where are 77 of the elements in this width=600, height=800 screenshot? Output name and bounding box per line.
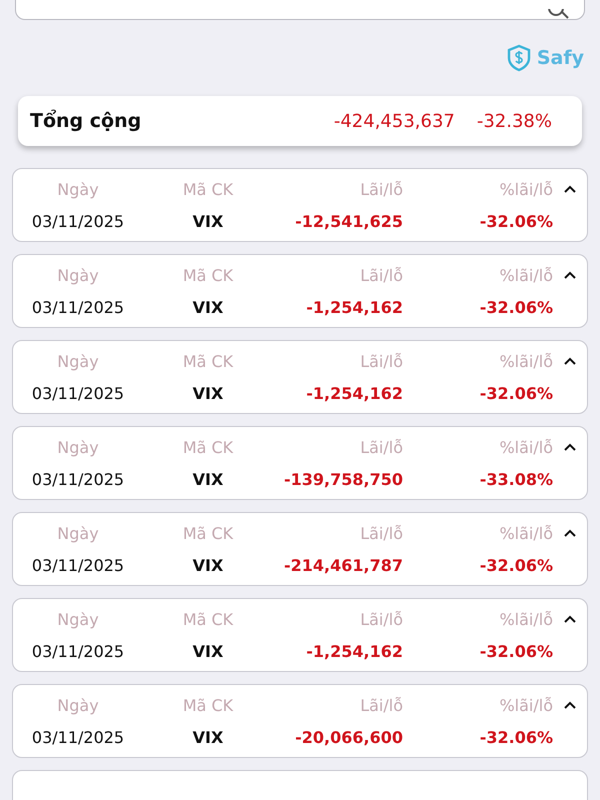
column-header: Mã CK <box>182 352 234 370</box>
column-header: Lãi/lỗ <box>360 266 403 284</box>
amount-cell: -20,066,600 <box>295 728 403 746</box>
symbol-cell: VIX <box>192 384 224 402</box>
percent-cell: -33.08% <box>480 470 553 488</box>
chevron-up-icon[interactable] <box>563 270 577 280</box>
symbol-cell: VIX <box>192 470 224 488</box>
column-header: Ngày <box>57 524 99 542</box>
column-header: Ngày <box>57 266 99 284</box>
brand-name: Safy <box>536 47 584 69</box>
date-cell: 03/11/2025 <box>32 298 124 316</box>
column-header: Lãi/lỗ <box>360 180 403 198</box>
symbol-cell: VIX <box>192 556 224 574</box>
date-cell: 03/11/2025 <box>32 212 124 230</box>
trade-card[interactable]: Ngày Mã CK Lãi/lỗ %lãi/lỗ 03/11/2025 VIX -214,461,787 -32.06% <box>12 512 588 586</box>
column-header: Ngày <box>57 438 99 456</box>
column-header: Mã CK <box>182 266 234 284</box>
total-amount: -424,453,637 <box>334 110 455 132</box>
column-header: Ngày <box>57 180 99 198</box>
total-label: Tổng cộng <box>30 110 142 132</box>
column-header: Mã CK <box>182 610 234 628</box>
chevron-up-icon[interactable] <box>563 614 577 624</box>
column-header: Ngày <box>57 610 99 628</box>
trade-card[interactable]: Ngày Mã CK Lãi/lỗ %lãi/lỗ 03/11/2025 VIX -20,066,600 -32.06% <box>12 684 588 758</box>
trade-card[interactable]: Ngày Mã CK Lãi/lỗ %lãi/lỗ 03/11/2025 VIX -139,758,750 -33.08% <box>12 426 588 500</box>
amount-cell: -12,541,625 <box>295 212 403 230</box>
shield-dollar-icon <box>506 44 531 72</box>
column-header: %lãi/lỗ <box>499 180 553 198</box>
column-header: Lãi/lỗ <box>360 524 403 542</box>
amount-cell: -139,758,750 <box>284 470 403 488</box>
amount-cell: -214,461,787 <box>284 556 403 574</box>
column-header: %lãi/lỗ <box>499 438 553 456</box>
column-header: Ngày <box>57 352 99 370</box>
symbol-cell: VIX <box>192 642 224 660</box>
column-header: Mã CK <box>182 524 234 542</box>
date-cell: 03/11/2025 <box>32 556 124 574</box>
amount-cell: -1,254,162 <box>306 642 403 660</box>
column-header: %lãi/lỗ <box>499 524 553 542</box>
column-header: %lãi/lỗ <box>499 352 553 370</box>
column-header: %lãi/lỗ <box>499 610 553 628</box>
amount-cell: -1,254,162 <box>306 298 403 316</box>
trade-card[interactable]: Ngày Mã CK Lãi/lỗ %lãi/lỗ 03/11/2025 VIX -12,541,625 -32.06% <box>12 168 588 242</box>
date-cell: 03/11/2025 <box>32 642 124 660</box>
chevron-up-icon[interactable] <box>563 356 577 366</box>
percent-cell: -32.06% <box>480 384 553 402</box>
column-header: %lãi/lỗ <box>499 696 553 714</box>
symbol-cell: VIX <box>192 298 224 316</box>
column-header: Lãi/lỗ <box>360 352 403 370</box>
total-percent: -32.38% <box>476 110 552 132</box>
trade-card[interactable]: Ngày Mã CK Lãi/lỗ %lãi/lỗ 03/11/2025 VIX -1,254,162 -32.06% <box>12 598 588 672</box>
percent-cell: -32.06% <box>480 556 553 574</box>
column-header: Ngày <box>57 696 99 714</box>
column-header: Lãi/lỗ <box>360 696 403 714</box>
column-header: Mã CK <box>182 180 234 198</box>
amount-cell: -1,254,162 <box>306 384 403 402</box>
date-cell: 03/11/2025 <box>32 470 124 488</box>
chevron-up-icon[interactable] <box>563 528 577 538</box>
chevron-up-icon[interactable] <box>563 700 577 710</box>
column-header: %lãi/lỗ <box>499 266 553 284</box>
date-cell: 03/11/2025 <box>32 384 124 402</box>
trade-card[interactable]: Ngày Mã CK Lãi/lỗ %lãi/lỗ 03/11/2025 VIX -1,254,162 -32.06% <box>12 254 588 328</box>
chevron-up-icon[interactable] <box>563 442 577 452</box>
date-cell: 03/11/2025 <box>32 728 124 746</box>
percent-cell: -32.06% <box>480 298 553 316</box>
trade-card[interactable]: Ngày Mã CK Lãi/lỗ %lãi/lỗ 03/11/2025 VIX -1,254,162 -32.06% <box>12 340 588 414</box>
percent-cell: -32.06% <box>480 212 553 230</box>
search-icon <box>548 9 570 19</box>
symbol-cell: VIX <box>192 212 224 230</box>
percent-cell: -32.06% <box>480 642 553 660</box>
chevron-up-icon[interactable] <box>563 184 577 194</box>
percent-cell: -32.06% <box>480 728 553 746</box>
column-header: Mã CK <box>182 438 234 456</box>
column-header: Mã CK <box>182 696 234 714</box>
column-header: Lãi/lỗ <box>360 610 403 628</box>
symbol-cell: VIX <box>192 728 224 746</box>
column-header: Lãi/lỗ <box>360 438 403 456</box>
search-field[interactable] <box>15 0 585 20</box>
